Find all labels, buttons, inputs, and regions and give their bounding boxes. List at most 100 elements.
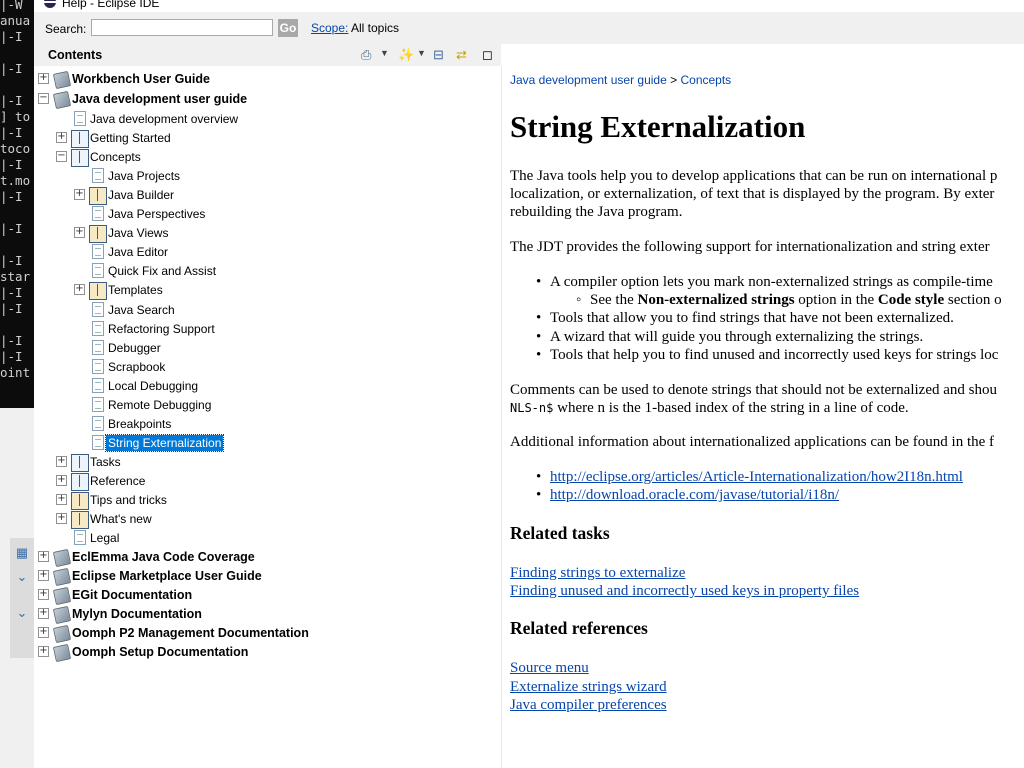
highlight-dropdown-icon[interactable]: ▼: [417, 48, 426, 58]
print-icon[interactable]: ⎙: [361, 46, 371, 64]
external-link-item: • http://download.oracle.com/javase/tutor…: [536, 487, 840, 503]
terminal-line: ] to: [0, 109, 31, 124]
expand-icon[interactable]: +: [56, 494, 67, 505]
tree-item-label: Oomph P2 Management Documentation: [72, 626, 309, 641]
tree-item[interactable]: + What's new: [34, 510, 501, 530]
tree-item[interactable]: Scrapbook: [34, 358, 501, 377]
tree-item[interactable]: − Concepts: [34, 148, 501, 168]
print-dropdown-icon[interactable]: ▼: [380, 48, 389, 58]
expand-icon[interactable]: +: [38, 570, 49, 582]
tree-item[interactable]: + Getting Started: [34, 129, 501, 149]
tree-item[interactable]: + Reference: [34, 472, 501, 491]
breadcrumb-separator: >: [670, 73, 678, 87]
tree-item[interactable]: Remote Debugging: [34, 396, 501, 415]
collapse-icon[interactable]: −: [38, 93, 49, 104]
related-reference-link[interactable]: Externalize strings wizard: [510, 678, 667, 696]
expand-icon[interactable]: +: [56, 474, 67, 486]
terminal-line: oint: [0, 365, 31, 380]
tree-item[interactable]: String Externalization: [34, 433, 501, 453]
tree-item[interactable]: Java Projects: [34, 167, 501, 186]
tree-item[interactable]: Java Search: [34, 301, 501, 320]
terminal-line: |-I: [0, 285, 23, 300]
expand-icon[interactable]: +: [38, 73, 49, 84]
sub-bullet-item: ◦ See the Non-externalized strings option…: [576, 292, 1002, 308]
page-icon: [92, 434, 104, 450]
tree-item-label: Java development overview: [90, 112, 239, 126]
tree-item[interactable]: + Templates: [34, 281, 501, 301]
tree-item[interactable]: Java Editor: [34, 243, 501, 262]
expand-icon[interactable]: +: [38, 646, 49, 658]
expand-icon[interactable]: +: [74, 284, 85, 296]
terminal-line: |-I: [0, 349, 23, 364]
tree-item[interactable]: Java Perspectives: [34, 205, 501, 224]
expand-icon[interactable]: +: [38, 608, 49, 620]
terminal-line: star: [0, 269, 31, 284]
related-reference-link[interactable]: Source menu: [510, 659, 589, 677]
tree-item-label: Java Editor: [108, 245, 169, 260]
tree-item[interactable]: + Tasks: [34, 453, 501, 472]
related-task-link[interactable]: Finding unused and incorrectly used keys…: [510, 582, 859, 600]
collapse-all-icon[interactable]: ⊟: [433, 46, 444, 64]
tree-item-label: Java Perspectives: [108, 207, 206, 222]
breadcrumb-link-concepts[interactable]: Concepts: [680, 73, 731, 87]
intro-line: The Java tools help you to develop appli…: [510, 168, 998, 184]
expand-icon[interactable]: +: [56, 455, 67, 467]
tree-item-label: Tasks: [90, 454, 121, 469]
open-book-icon: [71, 130, 89, 149]
terminal-line: |-I: [0, 333, 23, 348]
tree-item[interactable]: Java development overview: [34, 110, 501, 129]
tree-item[interactable]: + Oomph P2 Management Documentation: [34, 624, 501, 644]
go-button[interactable]: Go: [278, 19, 298, 37]
expand-icon[interactable]: +: [56, 513, 67, 525]
tree-item-label: Quick Fix and Assist: [108, 264, 217, 279]
page-title: String Externalization: [510, 109, 806, 144]
external-link[interactable]: http://eclipse.org/articles/Article-Inte…: [550, 469, 963, 485]
bullet-item: • A compiler option lets you mark non-ext…: [536, 274, 993, 290]
bullet-item: • Tools that allow you to find strings th…: [536, 310, 954, 326]
tree-item[interactable]: Quick Fix and Assist: [34, 262, 501, 281]
related-reference-link[interactable]: Java compiler preferences: [510, 696, 667, 714]
tree-item-label: Java development user guide: [72, 92, 248, 106]
tree-item-label: Breakpoints: [108, 416, 172, 431]
tree-item[interactable]: + Oomph Setup Documentation: [34, 643, 501, 663]
tree-item[interactable]: Local Debugging: [34, 377, 501, 396]
tree-item[interactable]: + Tips and tricks: [34, 491, 501, 510]
sub-bullet-bold1: Non-externalized strings: [637, 292, 795, 308]
tree-item[interactable]: + EclEmma Java Code Coverage: [34, 548, 501, 568]
tree-item[interactable]: + Java Views: [34, 224, 501, 244]
sub-bullet-mid: option in the: [794, 292, 878, 308]
collapse-icon[interactable]: −: [56, 151, 67, 163]
tree-item[interactable]: + Eclipse Marketplace User Guide: [34, 567, 501, 587]
scope-link[interactable]: Scope:: [311, 21, 348, 35]
expand-icon[interactable]: +: [74, 227, 85, 239]
expand-icon[interactable]: +: [38, 627, 49, 639]
tree-item[interactable]: − Java development user guide: [34, 90, 501, 110]
tree-item[interactable]: + Workbench User Guide: [34, 70, 501, 90]
book-icon: [52, 587, 72, 606]
tree-item[interactable]: + Mylyn Documentation: [34, 605, 501, 625]
bullet-text: Tools that allow you to find strings tha…: [550, 310, 954, 326]
tree-item[interactable]: Breakpoints: [34, 415, 501, 434]
search-input[interactable]: [91, 19, 273, 36]
page-icon: [74, 111, 86, 126]
tree-item[interactable]: Legal: [34, 529, 501, 548]
tree-item-label: EclEmma Java Code Coverage: [72, 550, 255, 565]
expand-icon[interactable]: +: [74, 189, 85, 201]
maximize-icon[interactable]: ◻: [482, 46, 493, 64]
highlight-search-icon[interactable]: ✨: [398, 46, 414, 64]
link-with-contents-icon[interactable]: ⇄: [456, 46, 467, 64]
related-task-link[interactable]: Finding strings to externalize: [510, 564, 685, 582]
tree-item[interactable]: + Java Builder: [34, 186, 501, 206]
tree-item[interactable]: + EGit Documentation: [34, 586, 501, 606]
chevron-down-icon: ⌄: [16, 569, 28, 584]
external-link[interactable]: http://download.oracle.com/javase/tutori…: [550, 487, 839, 503]
tree-item-label: Scrapbook: [108, 359, 166, 374]
expand-icon[interactable]: +: [38, 589, 49, 601]
tree-item-label: Java Search: [108, 302, 175, 317]
tree-item[interactable]: Refactoring Support: [34, 320, 501, 339]
book-icon: [52, 90, 72, 110]
expand-icon[interactable]: +: [56, 132, 67, 144]
breadcrumb-link-java-guide[interactable]: Java development user guide: [510, 73, 667, 87]
expand-icon[interactable]: +: [38, 551, 49, 563]
tree-item[interactable]: Debugger: [34, 339, 501, 358]
